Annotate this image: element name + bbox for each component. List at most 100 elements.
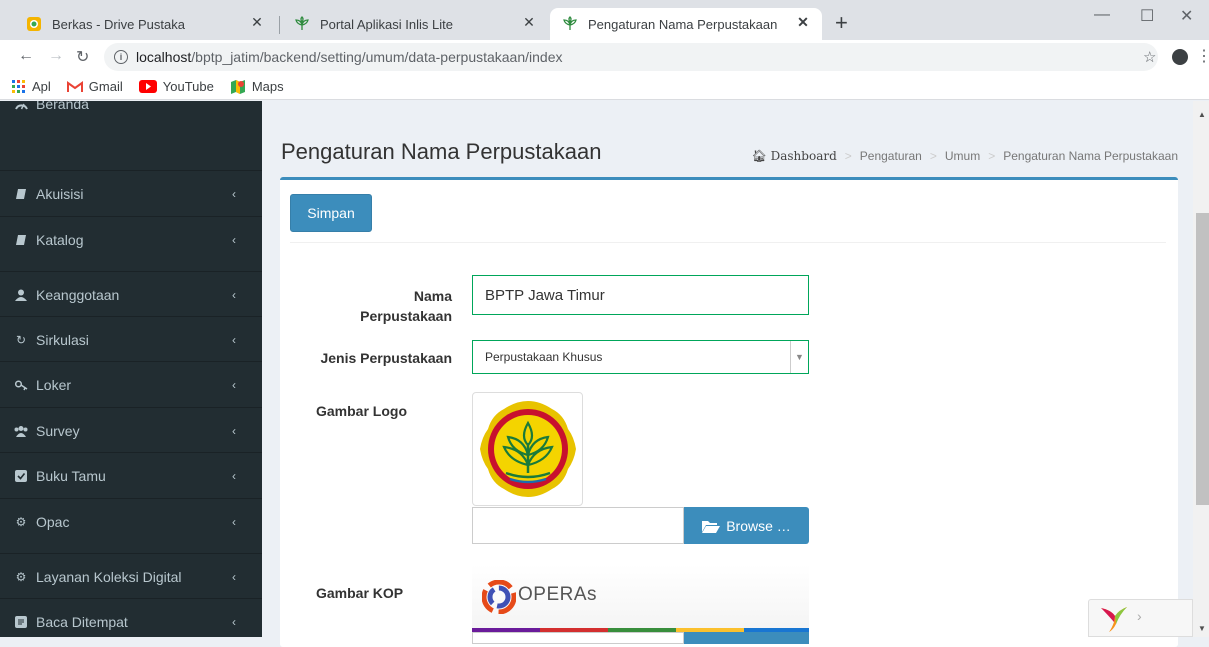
- sidebar-item-label: Opac: [36, 513, 70, 530]
- breadcrumb-separator: >: [844, 149, 852, 163]
- breadcrumb-pengaturan[interactable]: Pengaturan: [860, 149, 922, 163]
- address-bar-row: ← → ↻ i localhost/bptp_jatim/backend/set…: [0, 40, 1209, 74]
- logo-emblem-icon: [479, 401, 576, 497]
- gmail-icon: [66, 80, 83, 93]
- browse-logo-button[interactable]: Browse …: [684, 507, 809, 544]
- browse-kop-button[interactable]: [684, 632, 809, 644]
- bookmarks-bar: Apl Gmail YouTube Maps: [0, 74, 1209, 100]
- url-input[interactable]: i localhost/bptp_jatim/backend/setting/u…: [104, 43, 1158, 71]
- sidebar-item-label: Survey: [36, 422, 80, 439]
- chevron-left-icon: ‹: [232, 614, 236, 629]
- bookmark-maps[interactable]: Maps: [230, 79, 284, 95]
- sidebar: Beranda Akuisisi ‹ Katalog ‹ Keanggotaan…: [0, 101, 262, 637]
- refresh-icon: ↻: [15, 332, 27, 347]
- scroll-down-icon[interactable]: ▼: [1198, 624, 1206, 633]
- sidebar-item-label: Baca Ditempat: [36, 613, 128, 630]
- sidebar-item-label: Beranda: [36, 101, 89, 112]
- tab-title: Berkas - Drive Pustaka: [52, 16, 185, 32]
- url-host: localhost: [136, 49, 192, 65]
- yii-logo-icon: [1101, 607, 1127, 632]
- cogs-icon: ⚙: [15, 569, 27, 584]
- kop-file-input[interactable]: [472, 632, 684, 644]
- sidebar-item-sirkulasi[interactable]: ↻ Sirkulasi ‹: [0, 316, 262, 362]
- book-icon: [14, 187, 28, 201]
- sidebar-item-survey[interactable]: Survey ‹: [0, 407, 262, 453]
- bookmark-gmail[interactable]: Gmail: [66, 79, 123, 94]
- reload-icon[interactable]: ↻: [76, 47, 89, 67]
- sidebar-item-katalog[interactable]: Katalog ‹: [0, 216, 262, 262]
- tab-portal[interactable]: Portal Aplikasi Inlis Lite ✕: [282, 8, 548, 40]
- sidebar-item-akuisisi[interactable]: Akuisisi ‹: [0, 170, 262, 216]
- save-button[interactable]: Simpan: [290, 194, 372, 232]
- tab-berkas[interactable]: Berkas - Drive Pustaka ✕: [14, 8, 276, 40]
- tab-pengaturan[interactable]: Pengaturan Nama Perpustakaan ✕: [550, 8, 822, 40]
- folder-open-icon: [702, 519, 721, 533]
- logo-file-input[interactable]: [472, 507, 684, 544]
- sidebar-item-buku-tamu[interactable]: Buku Tamu ‹: [0, 452, 262, 498]
- breadcrumb-dashboard[interactable]: 🏠︎ Dashboard: [752, 149, 837, 163]
- bookmark-star-icon[interactable]: ☆: [1143, 48, 1156, 66]
- maximize-icon[interactable]: ☐: [1140, 6, 1154, 26]
- sidebar-item-keanggotaan[interactable]: Keanggotaan ‹: [0, 271, 262, 317]
- breadcrumb-separator: >: [929, 149, 937, 163]
- chevron-down-icon: ▼: [790, 341, 808, 373]
- minimize-icon[interactable]: —: [1094, 6, 1110, 24]
- inlis-icon: [294, 16, 310, 32]
- breadcrumb-umum[interactable]: Umum: [945, 149, 980, 163]
- sidebar-item-beranda[interactable]: Beranda: [0, 101, 262, 127]
- sidebar-item-label: Layanan Koleksi Digital: [36, 568, 182, 585]
- chevron-left-icon: ‹: [232, 332, 236, 347]
- jenis-perpustakaan-select[interactable]: Perpustakaan Khusus ▼: [472, 340, 809, 374]
- key-icon: [14, 378, 28, 392]
- checkbox-icon: [14, 469, 28, 483]
- tab-title: Portal Aplikasi Inlis Lite: [320, 16, 453, 32]
- sidebar-item-loker[interactable]: Loker ‹: [0, 361, 262, 407]
- scrollbar-thumb[interactable]: [1196, 213, 1209, 505]
- divider: [290, 242, 1166, 243]
- chevron-right-icon[interactable]: ›: [1137, 608, 1142, 624]
- debug-toolbar[interactable]: ›: [1088, 599, 1193, 637]
- nama-perpustakaan-input[interactable]: BPTP Jawa Timur: [472, 275, 809, 315]
- scroll-up-icon[interactable]: ▲: [1198, 110, 1206, 119]
- breadcrumb-separator: >: [988, 149, 996, 163]
- browser-tab-strip: Berkas - Drive Pustaka ✕ Portal Aplikasi…: [0, 0, 1209, 40]
- chevron-left-icon: ‹: [232, 423, 236, 438]
- kop-preview: OPERAs: [472, 564, 809, 644]
- sidebar-item-layanan-koleksi-digital[interactable]: ⚙ Layanan Koleksi Digital ‹: [0, 553, 262, 599]
- new-tab-button[interactable]: +: [835, 10, 848, 36]
- chevron-left-icon: ‹: [232, 569, 236, 584]
- back-icon[interactable]: ←: [18, 47, 34, 65]
- sidebar-item-baca-ditempat[interactable]: Baca Ditempat ‹: [0, 598, 262, 637]
- url-path: /bptp_jatim/backend/setting/umum/data-pe…: [191, 49, 563, 65]
- bookmark-label: Maps: [251, 79, 284, 94]
- tab-title: Pengaturan Nama Perpustakaan: [588, 16, 778, 32]
- close-icon[interactable]: ✕: [794, 14, 812, 31]
- profile-icon[interactable]: [1172, 49, 1188, 65]
- kop-text: OPERAs: [518, 584, 598, 605]
- cogs-icon: ⚙: [15, 514, 27, 529]
- breadcrumb-current: Pengaturan Nama Perpustakaan: [1003, 149, 1178, 163]
- bookmark-youtube[interactable]: YouTube: [138, 79, 214, 94]
- sidebar-item-label: Katalog: [36, 231, 84, 248]
- users-icon: [14, 424, 28, 438]
- sidebar-item-opac[interactable]: ⚙ Opac ‹: [0, 498, 262, 544]
- inlis-icon: [562, 16, 578, 32]
- bookmark-label: Gmail: [88, 79, 123, 94]
- operas-logo-icon: [482, 580, 516, 614]
- bookmark-apl[interactable]: Apl: [12, 79, 51, 94]
- close-icon[interactable]: ✕: [248, 14, 266, 31]
- chevron-left-icon: ‹: [232, 287, 236, 302]
- chevron-left-icon: ‹: [232, 377, 236, 392]
- content-header: Pengaturan Nama Perpustakaan 🏠︎ Dashboar…: [262, 101, 1190, 177]
- book-icon: [14, 233, 28, 247]
- sidebar-item-label: Keanggotaan: [36, 286, 120, 303]
- info-icon[interactable]: i: [114, 50, 128, 64]
- close-icon[interactable]: ✕: [520, 14, 538, 31]
- window-close-icon[interactable]: ✕: [1180, 6, 1193, 26]
- dashboard-icon: [14, 101, 28, 111]
- logo-preview: [472, 392, 583, 506]
- gambar-kop-label: Gambar KOP: [316, 585, 404, 601]
- sidebar-item-label: Akuisisi: [36, 185, 84, 202]
- menu-icon[interactable]: ⋮: [1196, 46, 1209, 66]
- forward-icon[interactable]: →: [48, 47, 64, 65]
